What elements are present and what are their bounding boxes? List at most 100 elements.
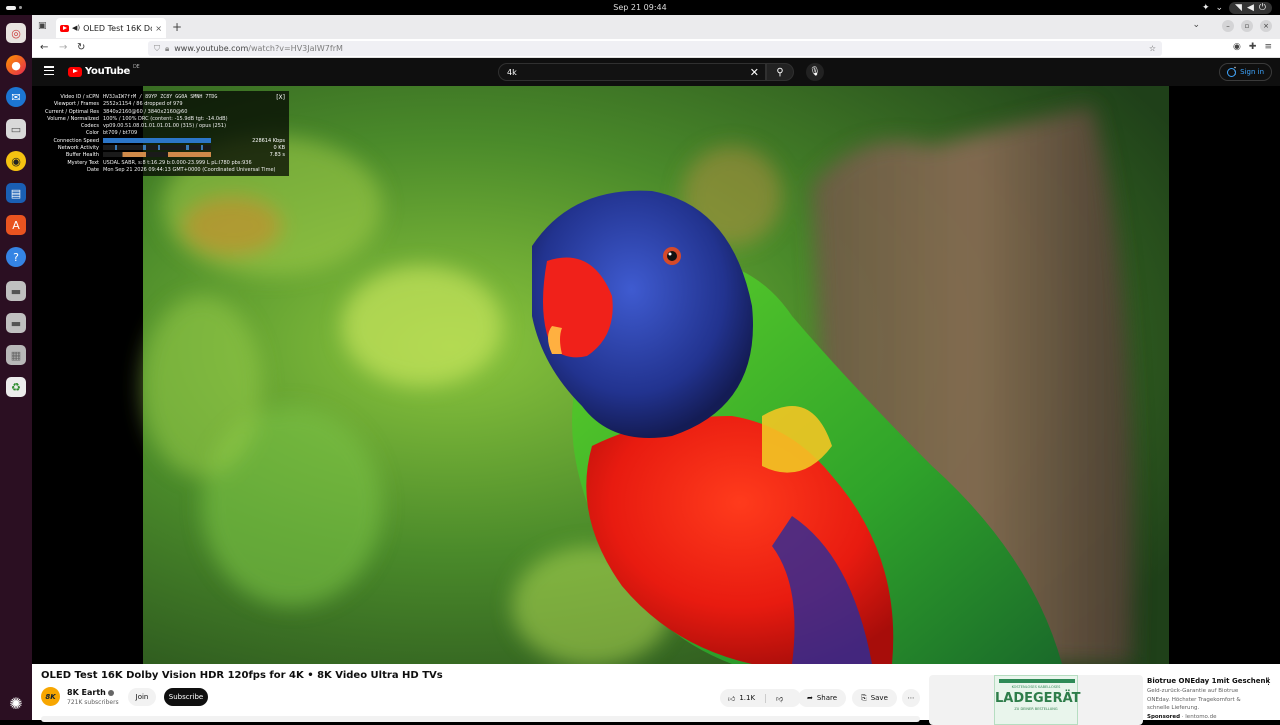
ad-thumbnail[interactable]: KOSTENLOSES KABELLOSES LADEGERÄT ZU DEIN… — [929, 675, 1143, 725]
search-button[interactable]: ⚲ — [766, 63, 794, 81]
new-tab-button[interactable]: + — [172, 20, 182, 34]
writer-icon[interactable]: ▤ — [6, 183, 26, 203]
lock-icon[interactable]: 🔒︎ — [165, 44, 169, 54]
reload-icon[interactable]: ↻ — [77, 42, 85, 53]
extension-icon[interactable]: ✦ — [1202, 3, 1210, 13]
network-activity-graph — [103, 145, 211, 151]
ad-title[interactable]: Biotrue ONEday 1mit Geschenk — [1147, 677, 1270, 685]
stats-value: bt709 / bt709 — [103, 130, 138, 137]
navigation-bar: ← → ↻ ⛉ 🔒︎ www.youtube.com/watch?v=HV3Ja… — [32, 39, 1280, 58]
drive-icon[interactable]: ▬ — [6, 313, 26, 333]
stats-row: Network Activity 0 KB — [41, 145, 285, 152]
system-menu[interactable]: ◥ ◀ ⏻ — [1229, 2, 1272, 14]
volume-icon: ◀ — [1246, 3, 1254, 13]
share-button[interactable]: ➦ Share — [798, 689, 846, 707]
guide-menu-icon[interactable] — [44, 66, 54, 75]
ad-description: Geld-zurück-Garantie auf Biotrue ONEday.… — [1147, 688, 1241, 711]
url-path: /watch?v=HV3JaIW7frM — [248, 44, 343, 53]
stats-row: Video ID / sCPN HV3JaIW7frM / 89YP ZC8Y G… — [41, 94, 285, 101]
description-box[interactable] — [41, 716, 920, 722]
stats-key: Viewport / Frames — [53, 101, 99, 108]
speaker-icon[interactable]: ◀) — [72, 24, 80, 32]
save-label: Save — [870, 694, 888, 702]
tab-overview-icon[interactable]: ▣ — [38, 21, 50, 33]
back-icon[interactable]: ← — [40, 42, 48, 53]
stats-row: Date Mon Sep 21 2026 09:44:13 GMT+0000 (C… — [41, 167, 285, 174]
tab-youtube[interactable]: ◀) OLED Test 16K Dolby × — [56, 18, 166, 38]
channel-name[interactable]: 8K Earth — [67, 688, 114, 697]
join-button[interactable]: Join — [128, 688, 156, 706]
url-bar[interactable]: ⛉ 🔒︎ www.youtube.com/watch?v=HV3JaIW7frM… — [148, 41, 1162, 56]
dislike-button[interactable]: 👎︎ — [766, 694, 783, 703]
stats-row: Buffer Health 7.83 s — [41, 152, 285, 159]
stats-value: USDAL SABR, s:8 t:16.29 b:0.000-23.999 L… — [103, 159, 252, 166]
stats-value: 0 KB — [273, 145, 285, 152]
stats-key: Buffer Health — [65, 152, 99, 159]
youtube-favicon-icon — [60, 24, 69, 32]
channel-name-text: 8K Earth — [67, 688, 106, 697]
stats-value: HV3JaIW7frM / 89YP ZC8Y GG0A SMNH 7TDG — [103, 94, 218, 100]
ad-domain[interactable]: lentomo.de — [1185, 714, 1216, 720]
voice-search-button[interactable]: 🎙︎ — [806, 63, 824, 81]
disk-image-icon[interactable]: ▦ — [6, 345, 26, 365]
save-button[interactable]: ⎘ Save — [852, 689, 897, 707]
ad-product-image: KOSTENLOSES KABELLOSES LADEGERÄT ZU DEIN… — [994, 675, 1081, 725]
buffer-health-graph — [103, 152, 211, 158]
verified-badge-icon — [107, 689, 114, 696]
app-menu-icon[interactable]: ≡ — [1264, 42, 1272, 52]
stats-for-nerds-panel: [X] Video ID / sCPN HV3JaIW7frM / 89YP ZC… — [37, 91, 289, 176]
stats-key: Network Activity — [57, 145, 99, 152]
system-clock[interactable]: Sep 21 09:44 — [0, 3, 1280, 12]
close-window-icon[interactable]: × — [1260, 20, 1272, 32]
stats-row: Current / Optimal Res 3840x2160@60 / 3840… — [41, 109, 285, 116]
chevron-down-icon[interactable]: ⌄ — [1215, 3, 1223, 13]
user-circle-icon — [1227, 67, 1237, 77]
show-apps-icon[interactable]: ✺ — [6, 693, 26, 713]
account-icon[interactable]: ◉ — [1233, 42, 1241, 52]
url-text[interactable]: www.youtube.com/watch?v=HV3JaIW7frM — [174, 44, 343, 53]
search-input[interactable]: 4k ✕ — [498, 63, 766, 81]
clear-search-icon[interactable]: ✕ — [750, 66, 759, 79]
tab-title: OLED Test 16K Dolby — [83, 23, 152, 33]
video-frame[interactable]: [X] Video ID / sCPN HV3JaIW7frM / 89YP ZC… — [32, 86, 1169, 664]
youtube-logo-text: YouTube — [85, 66, 130, 77]
more-actions-button[interactable]: ⋯ — [902, 689, 920, 707]
thumbs-up-icon: 👍︎ — [728, 694, 736, 703]
firefox-icon[interactable]: ● — [6, 55, 26, 75]
video-player[interactable]: [X] Video ID / sCPN HV3JaIW7frM / 89YP ZC… — [32, 86, 1280, 664]
files-icon[interactable]: ▭ — [6, 119, 26, 139]
system-tool-icon[interactable]: ◎ — [6, 23, 26, 43]
trash-icon[interactable]: ♻ — [6, 377, 26, 397]
close-stats-button[interactable]: [X] — [276, 94, 285, 101]
region-code: DE — [133, 63, 140, 70]
thunderbird-icon[interactable]: ✉ — [6, 87, 26, 107]
rhythmbox-icon[interactable]: ◉ — [6, 151, 26, 171]
list-tabs-icon[interactable]: ⌄ — [1192, 20, 1200, 30]
tracking-shield-icon[interactable]: ⛉ — [154, 44, 160, 54]
extensions-icon[interactable]: ✚ — [1249, 42, 1257, 52]
restore-icon[interactable]: ▫ — [1241, 20, 1253, 32]
youtube-play-icon — [68, 66, 82, 77]
stats-row: Color bt709 / bt709 — [41, 130, 285, 137]
channel-avatar[interactable]: 8K — [41, 687, 60, 706]
youtube-logo[interactable]: YouTube DE — [68, 63, 140, 77]
ad-product-headline: LADEGERÄT — [995, 691, 1081, 706]
drive-icon[interactable]: ▬ — [6, 281, 26, 301]
like-button[interactable]: 👍︎ 1.1K — [720, 693, 766, 703]
close-tab-icon[interactable]: × — [155, 24, 162, 33]
app-center-icon[interactable]: A — [6, 215, 26, 235]
ad-more-icon[interactable]: ⋮ — [1264, 677, 1273, 687]
subscribe-button[interactable]: Subscribe — [164, 688, 208, 706]
search-icon: ⚲ — [776, 66, 784, 78]
ad-sponsor-line: Sponsored · lentomo.de — [1147, 714, 1217, 720]
bookmark-star-icon[interactable]: ☆ — [1149, 44, 1156, 53]
help-icon[interactable]: ? — [6, 247, 26, 267]
toolbar-right: ◉ ✚ ≡ — [1233, 42, 1272, 52]
minimize-icon[interactable]: – — [1222, 20, 1234, 32]
forward-icon[interactable]: → — [59, 42, 67, 53]
sign-in-button[interactable]: Sign in — [1219, 63, 1272, 81]
youtube-header: YouTube DE 4k ✕ ⚲ 🎙︎ ⋮ Sign in — [32, 58, 1280, 86]
stats-value: 228614 Kbps — [252, 137, 285, 144]
stats-value: 3840x2160@60 / 3840x2160@60 — [103, 108, 188, 115]
subscriber-count: 721K subscribers — [67, 699, 119, 706]
